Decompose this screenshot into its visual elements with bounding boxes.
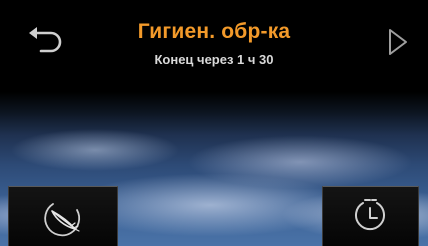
remaining-time: Конец через 1 ч 30 — [154, 52, 274, 67]
timer-button[interactable] — [322, 186, 419, 246]
play-triangle-icon — [389, 29, 407, 55]
program-title: Гигиен. обр-ка — [137, 20, 291, 43]
program-option-button[interactable] — [8, 186, 118, 246]
feather-icon — [44, 202, 81, 236]
start-button[interactable] — [380, 22, 416, 62]
top-bar: Гигиен. обр-ка Конец через 1 ч 30 — [0, 0, 428, 80]
oven-display: Гигиен. обр-ка Конец через 1 ч 30 — [0, 0, 428, 246]
clock-timer-icon — [354, 198, 385, 230]
